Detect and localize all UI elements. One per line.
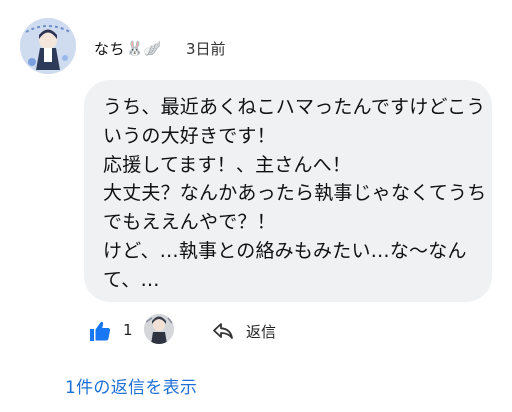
comment-line: けど、…執事との絡みもみたい…な〜なん	[103, 239, 467, 262]
comment-bubble: うち、最近あくねこハマったんですけどこう いうの大好きです！ 応援してます！、主…	[84, 80, 492, 302]
reactor-avatar[interactable]	[144, 314, 174, 344]
comment-timestamp[interactable]: 3日前	[186, 38, 226, 59]
author-emojis: 🐰🪽	[126, 40, 161, 57]
reply-button[interactable]: 返信	[246, 321, 276, 342]
author-avatar[interactable]	[20, 18, 76, 74]
comment-line: うち、最近あくねこハマったんですけどこう	[103, 96, 486, 118]
comment-line: 大丈夫？なんかあったら執事じゃなくてうち	[103, 182, 487, 205]
comment-line: 応援してます！、主さんへ！	[103, 153, 352, 176]
like-count: 1	[123, 321, 133, 339]
comment-actions: 1 返信	[88, 314, 348, 350]
view-replies-link[interactable]: 1件の返信を表示	[65, 373, 197, 398]
reply-icon[interactable]	[212, 322, 234, 340]
comment-line: て、…	[103, 268, 160, 291]
comment-meta: なち 🐰🪽	[94, 38, 161, 59]
reactor-avatar-illustration	[144, 314, 174, 344]
author-name[interactable]: なち	[94, 38, 125, 59]
comment-line: いうの大好きです！	[103, 124, 276, 147]
comment-line: でもええんやで？！	[103, 211, 276, 234]
thumbs-up-icon[interactable]	[88, 319, 112, 343]
avatar-illustration	[20, 18, 76, 74]
